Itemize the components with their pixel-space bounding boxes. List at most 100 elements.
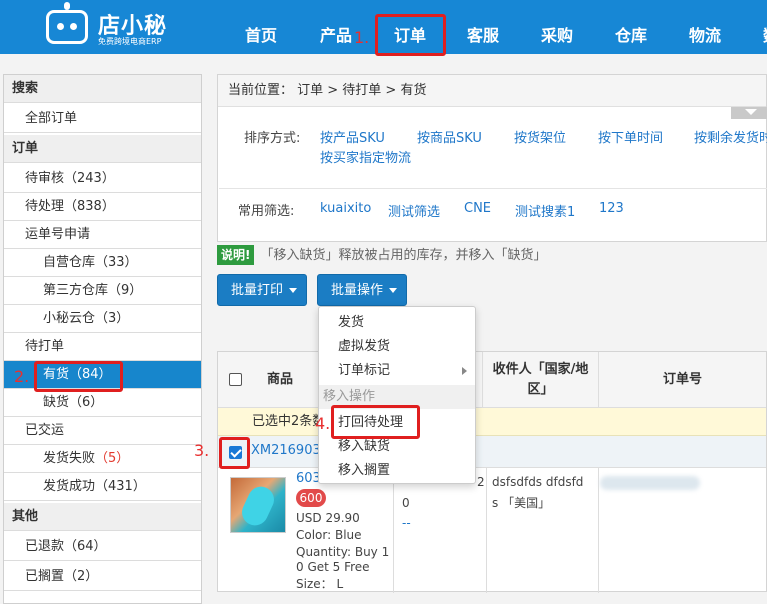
logo-subtitle: 免费跨境电商ERP xyxy=(98,37,162,46)
annotation-step-2: 2. xyxy=(14,367,30,386)
col-divider xyxy=(393,468,394,593)
sidebar-item-label: 发货成功 xyxy=(43,479,96,494)
filter-test[interactable]: 测试筛选 xyxy=(388,201,440,220)
sort-by-order-time[interactable]: 按下单时间 xyxy=(598,127,663,146)
blurred-order-number xyxy=(600,476,700,490)
sidebar-item-pending-review[interactable]: 待审核（243） xyxy=(4,165,201,193)
col-product: 商品 xyxy=(266,372,293,387)
sidebar-item-count: （5） xyxy=(95,451,130,466)
sidebar-item-third-warehouse[interactable]: 第三方仓库（9） xyxy=(4,277,201,305)
sort-by-shelf[interactable]: 按货架位 xyxy=(514,127,566,146)
col-order-no: 订单号 xyxy=(598,352,766,408)
recipient-country: s 「美国」 xyxy=(492,496,551,510)
product-quantity-cont: 0 Get 5 Free xyxy=(296,560,370,574)
sidebar-item-waybill-request[interactable]: 运单号申请 xyxy=(4,221,201,249)
menu-item-label: 订单标记 xyxy=(338,363,391,378)
sidebar-item-count: （64） xyxy=(64,539,107,554)
sidebar-item-count: （243） xyxy=(64,171,115,186)
product-quantity: Quantity: Buy 1 xyxy=(296,545,390,559)
sidebar-item-label: 发货失败 xyxy=(43,451,96,466)
menu-item-ship[interactable]: 发货 xyxy=(319,311,475,335)
menu-item-virtual-ship[interactable]: 虚拟发货 xyxy=(319,335,475,359)
product-price: USD 29.90 xyxy=(296,511,360,525)
recipient-name: dsfsdfds dfdsfd xyxy=(492,475,584,489)
filter-kuaixito[interactable]: kuaixito xyxy=(320,201,371,216)
annotation-step-4: 4. xyxy=(315,414,331,433)
sidebar-item-label: 缺货 xyxy=(43,395,70,410)
divider xyxy=(219,188,767,189)
sidebar-item-cloud-warehouse[interactable]: 小秘云仓（3） xyxy=(4,305,201,333)
sidebar-item-count: （3） xyxy=(95,311,130,326)
sidebar-item-count: （33） xyxy=(95,255,138,270)
filter-123[interactable]: 123 xyxy=(599,201,624,216)
menu-item-move-shelve[interactable]: 移入搁置 xyxy=(319,459,475,483)
sidebar-item-own-warehouse[interactable]: 自营仓库（33） xyxy=(4,249,201,277)
orders-table: 商品 收件人「国家/地区」 订单号 已选中2条数 XM2169033 603 6… xyxy=(217,351,767,593)
sidebar-head-orders: 订单 xyxy=(4,135,201,163)
sidebar-item-count: （838） xyxy=(64,199,115,214)
sidebar-item-label: 第三方仓库 xyxy=(43,283,109,298)
selected-count-row: 已选中2条数 xyxy=(218,408,766,436)
robot-antenna xyxy=(64,2,70,10)
sidebar-item-ship-failed[interactable]: 发货失败（5） xyxy=(4,445,201,473)
nav-purchase[interactable]: 采购 xyxy=(541,22,573,46)
highlight-orders-nav xyxy=(375,14,446,56)
batch-ops-button[interactable]: 批量操作 xyxy=(317,274,407,306)
sidebar-item-label: 待处理 xyxy=(25,199,65,214)
sidebar-item-refunded[interactable]: 已退款（64） xyxy=(4,533,201,561)
sidebar-item-count: （431） xyxy=(95,479,146,494)
nav-logistics[interactable]: 物流 xyxy=(689,22,721,46)
sidebar-item-shipped[interactable]: 已交运 xyxy=(4,417,201,445)
nav-customer-service[interactable]: 客服 xyxy=(467,22,499,46)
sort-by-goods-sku[interactable]: 按商品SKU xyxy=(417,127,482,146)
sidebar-item-label: 小秘云仓 xyxy=(43,311,96,326)
sidebar-head-search: 搜索 xyxy=(4,75,201,103)
table-header: 商品 收件人「国家/地区」 订单号 xyxy=(218,352,766,408)
select-all-checkbox[interactable] xyxy=(229,373,242,386)
caret-down-icon xyxy=(389,288,398,293)
robot-logo-icon xyxy=(46,10,88,44)
sidebar-item-out-of-stock[interactable]: 缺货（6） xyxy=(4,389,201,417)
product-color: Color: Blue xyxy=(296,528,362,542)
nav-home[interactable]: 首页 xyxy=(245,22,277,46)
sidebar-head-other: 其他 xyxy=(4,503,201,531)
caret-down-icon xyxy=(289,288,298,293)
sidebar-item-pending-process[interactable]: 待处理（838） xyxy=(4,193,201,221)
chevron-right-icon xyxy=(462,367,467,375)
sidebar: 搜索 全部订单 订单 待审核（243） 待处理（838） 运单号申请 自营仓库（… xyxy=(3,74,202,604)
nav-warehouse[interactable]: 仓库 xyxy=(615,22,647,46)
product-size: Size： L xyxy=(296,577,344,591)
sidebar-item-label: 已退款 xyxy=(25,539,65,554)
filter-panel: 当前位置： 订单 > 待打单 > 有货 排序方式: 按产品SKU 按商品SKU … xyxy=(217,74,767,242)
sidebar-item-all-orders[interactable]: 全部订单 xyxy=(4,105,201,133)
notice-tag: 说明! xyxy=(217,245,255,265)
filter-cne[interactable]: CNE xyxy=(464,201,491,216)
menu-item-order-mark[interactable]: 订单标记 xyxy=(319,359,475,383)
filter-test-search-1[interactable]: 测试搜素1 xyxy=(515,201,575,220)
sidebar-item-count: （6） xyxy=(69,395,104,410)
notice: 说明! 「移入缺货」释放被占用的库存，并移入「缺货」 xyxy=(217,245,547,265)
sidebar-item-ship-success[interactable]: 发货成功（431） xyxy=(4,473,201,501)
batch-ops-dropdown: 发货 虚拟发货 订单标记 移入操作 打回待处理 移入缺货 移入搁置 xyxy=(318,306,476,484)
product-thumbnail[interactable] xyxy=(230,477,286,533)
nav-data[interactable]: 数 xyxy=(763,22,767,46)
nav-products[interactable]: 产品 xyxy=(320,22,352,46)
col-divider xyxy=(598,468,599,593)
filter-label: 常用筛选: xyxy=(238,204,295,219)
highlight-order-checkbox xyxy=(219,437,250,469)
mid-number-2: 0 xyxy=(402,496,410,510)
sidebar-item-to-print[interactable]: 待打单 xyxy=(4,333,201,361)
batch-ops-label: 批量操作 xyxy=(331,283,384,298)
sort-by-buyer-logistics[interactable]: 按买家指定物流 xyxy=(320,147,411,166)
sort-by-remaining-time[interactable]: 按剩余发货时 xyxy=(694,127,767,146)
logo[interactable]: 店小秘 免费跨境电商ERP xyxy=(46,2,176,48)
batch-print-button[interactable]: 批量打印 xyxy=(217,274,307,306)
collapse-toggle-icon[interactable] xyxy=(731,107,767,119)
mid-dash-link[interactable]: -- xyxy=(402,515,411,531)
sidebar-item-label: 已搁置 xyxy=(25,569,65,584)
sidebar-item-count: （2） xyxy=(64,569,99,584)
annotation-step-3: 3. xyxy=(194,441,210,460)
sort-by-product-sku[interactable]: 按产品SKU xyxy=(320,127,385,146)
batch-print-label: 批量打印 xyxy=(231,283,284,298)
sidebar-item-shelved[interactable]: 已搁置（2） xyxy=(4,563,201,591)
